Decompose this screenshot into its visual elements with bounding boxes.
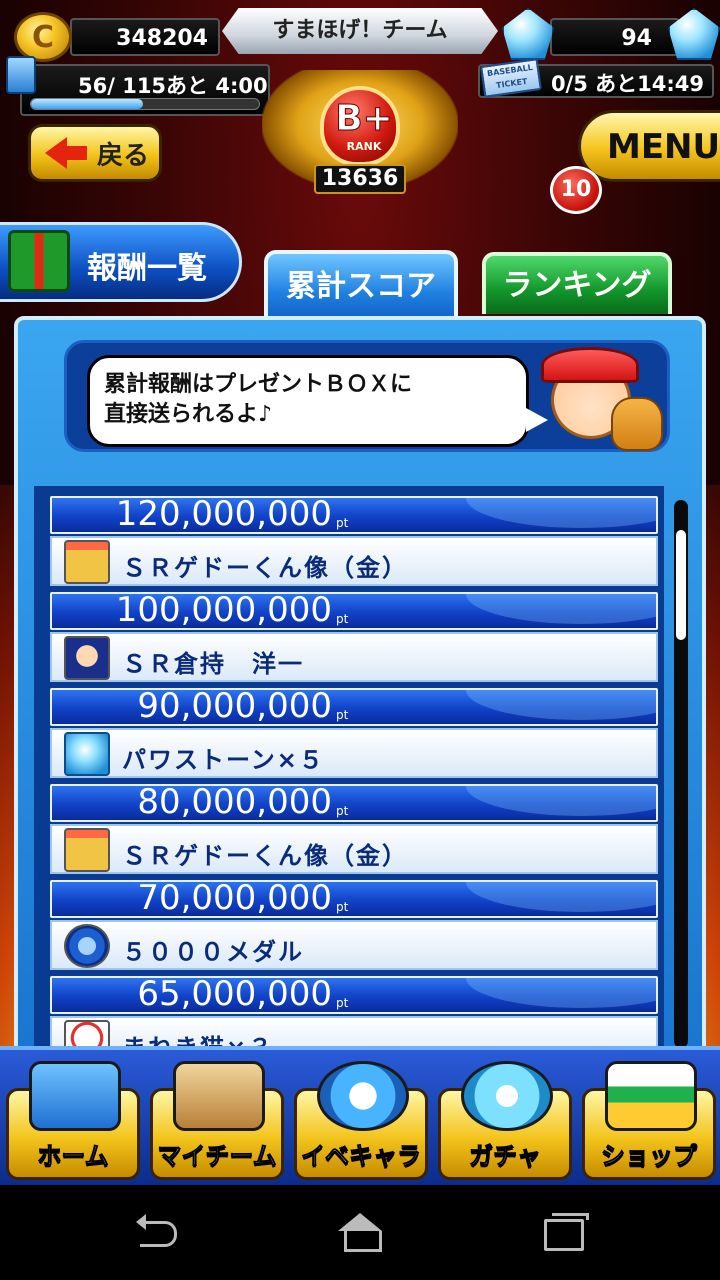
pawa-stone-add-icon[interactable] bbox=[668, 8, 720, 60]
scrollbar-thumb[interactable] bbox=[676, 530, 686, 640]
menu-button[interactable]: MENU bbox=[578, 110, 720, 182]
reward-item-row[interactable]: まねき猫×３ bbox=[50, 1016, 658, 1050]
mascot-cap-icon bbox=[541, 347, 639, 383]
rank-score: 13636 bbox=[314, 164, 406, 194]
rank-badge: B+ RANK bbox=[320, 86, 400, 166]
system-home-icon[interactable] bbox=[330, 1207, 390, 1257]
nav-label: ホーム bbox=[37, 1142, 109, 1171]
bottom-navigation: ホーム マイチーム イベキャラ ガチャ ショップ bbox=[0, 1046, 720, 1185]
stamina-text: 56/ 115あと 4:00 bbox=[78, 74, 268, 98]
reward-item-row[interactable]: パワストーン×５ bbox=[50, 728, 658, 778]
score-threshold-row: 90,000,000 pt bbox=[50, 688, 658, 726]
system-back-icon[interactable] bbox=[130, 1207, 190, 1257]
speech-bubble: 累計報酬はプレゼントＢＯＸに 直接送られるよ♪ bbox=[87, 355, 548, 447]
dog-icon bbox=[611, 397, 663, 451]
nav-home-button[interactable]: ホーム bbox=[6, 1061, 140, 1180]
coin-count: 348204 bbox=[70, 18, 220, 56]
pawa-stone-count: 94 bbox=[550, 18, 680, 56]
reward-item-name: パワストーン×５ bbox=[122, 746, 325, 774]
system-navigation-bar bbox=[0, 1185, 720, 1280]
reward-panel: 累計報酬はプレゼントＢＯＸに 直接送られるよ♪ 120,000,000 pt ＳＲゲ… bbox=[14, 316, 706, 1076]
pawa-stone-icon bbox=[502, 8, 554, 60]
tab-cumulative-score[interactable]: 累計スコア bbox=[264, 250, 458, 320]
reward-item-row[interactable]: ＳＲ倉持 洋一 bbox=[50, 632, 658, 682]
score-unit: pt bbox=[336, 708, 349, 722]
gacha-icon bbox=[461, 1061, 553, 1131]
score-unit: pt bbox=[336, 900, 349, 914]
back-button-label: 戻る bbox=[97, 140, 150, 171]
back-arrow-icon bbox=[45, 137, 87, 169]
reward-item-name: ＳＲゲドーくん像（金） bbox=[122, 842, 408, 870]
team-icon bbox=[173, 1061, 265, 1131]
score-unit: pt bbox=[336, 612, 349, 626]
reward-item-name: ５０００メダル bbox=[122, 938, 304, 966]
rank-letter: B+ bbox=[335, 98, 394, 140]
rank-emblem[interactable]: B+ RANK 13636 bbox=[262, 70, 458, 198]
mascot-character bbox=[527, 343, 665, 453]
stamina-bar bbox=[30, 98, 260, 110]
gold-statue-icon bbox=[64, 540, 110, 584]
tab-ranking[interactable]: ランキング bbox=[482, 252, 672, 314]
score-unit: pt bbox=[336, 996, 349, 1010]
reward-item-row[interactable]: ＳＲゲドーくん像（金） bbox=[50, 536, 658, 586]
back-button[interactable]: 戻る bbox=[28, 124, 162, 182]
nav-my-team-button[interactable]: マイチーム bbox=[150, 1061, 284, 1180]
stamina-bar-fill bbox=[31, 99, 143, 109]
gold-statue-icon bbox=[64, 828, 110, 872]
score-threshold-row: 65,000,000 pt bbox=[50, 976, 658, 1014]
nav-event-character-button[interactable]: イベキャラ bbox=[294, 1061, 428, 1180]
reward-item-row[interactable]: ＳＲゲドーくん像（金） bbox=[50, 824, 658, 874]
nav-shop-button[interactable]: ショップ bbox=[582, 1061, 716, 1180]
gift-box-icon bbox=[8, 230, 70, 292]
medal-icon bbox=[64, 924, 110, 968]
score-threshold: 70,000,000 bbox=[137, 880, 332, 918]
nav-label: ショップ bbox=[601, 1142, 698, 1171]
nav-label: イベキャラ bbox=[301, 1142, 422, 1171]
stamina-drink-icon bbox=[6, 56, 36, 94]
message-area: 累計報酬はプレゼントＢＯＸに 直接送られるよ♪ bbox=[64, 340, 670, 452]
player-card-icon bbox=[64, 636, 110, 680]
team-name[interactable]: すまほげ！チーム bbox=[222, 8, 498, 54]
reward-item-name: ＳＲ倉持 洋一 bbox=[122, 650, 304, 678]
score-unit: pt bbox=[336, 516, 349, 530]
system-recent-apps-icon[interactable] bbox=[530, 1207, 590, 1257]
score-threshold-row: 80,000,000 pt bbox=[50, 784, 658, 822]
home-icon bbox=[29, 1061, 121, 1131]
nav-gacha-button[interactable]: ガチャ bbox=[438, 1061, 572, 1180]
score-threshold-row: 70,000,000 pt bbox=[50, 880, 658, 918]
score-threshold: 120,000,000 bbox=[115, 496, 332, 534]
scrollbar[interactable] bbox=[674, 500, 688, 1048]
score-threshold: 100,000,000 bbox=[115, 592, 332, 630]
rank-label: RANK bbox=[346, 140, 382, 153]
shop-icon bbox=[605, 1061, 697, 1131]
score-threshold-row: 100,000,000 pt bbox=[50, 592, 658, 630]
pawa-stone-icon bbox=[64, 732, 110, 776]
score-threshold-row: 120,000,000 pt bbox=[50, 496, 658, 534]
message-line-2: 直接送られるよ♪ bbox=[104, 402, 273, 427]
event-character-icon bbox=[317, 1061, 409, 1131]
reward-list[interactable]: 120,000,000 pt ＳＲゲドーくん像（金） 100,000,000 pt ＳＲ倉… bbox=[34, 486, 664, 1050]
score-threshold: 65,000,000 bbox=[137, 976, 332, 1014]
notification-badge: 10 bbox=[550, 166, 602, 214]
stamina-meter: 56/ 115あと 4:00 bbox=[20, 64, 270, 116]
score-unit: pt bbox=[336, 804, 349, 818]
coin-icon: C bbox=[14, 12, 72, 62]
reward-item-row[interactable]: ５０００メダル bbox=[50, 920, 658, 970]
message-line-1: 累計報酬はプレゼントＢＯＸに bbox=[104, 372, 413, 397]
game-screen: 348204 C すまほげ！チーム 94 56/ 115あと 4:00 0/5 … bbox=[0, 0, 720, 1185]
nav-label: ガチャ bbox=[469, 1142, 542, 1171]
score-threshold: 90,000,000 bbox=[137, 688, 332, 726]
reward-list-items: 120,000,000 pt ＳＲゲドーくん像（金） 100,000,000 pt ＳＲ倉… bbox=[50, 496, 658, 1050]
reward-item-name: ＳＲゲドーくん像（金） bbox=[122, 554, 408, 582]
nav-label: マイチーム bbox=[157, 1142, 277, 1171]
score-threshold: 80,000,000 bbox=[137, 784, 332, 822]
